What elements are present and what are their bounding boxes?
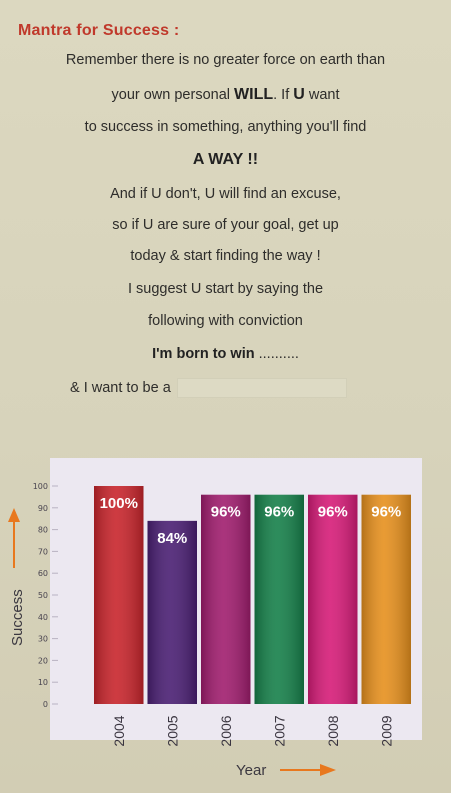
bar-shine-2008 <box>308 494 358 704</box>
bar-shine-2007 <box>254 494 304 704</box>
x-tick-label-2008: 2008 <box>325 715 341 746</box>
y-axis-arrow <box>8 508 20 568</box>
x-axis-arrow <box>280 764 336 776</box>
y-tick-label: 30 <box>38 635 48 644</box>
data-label-2005: 84% <box>157 530 187 547</box>
y-tick-label: 70 <box>38 547 48 556</box>
y-tick-label: 10 <box>38 678 48 687</box>
x-axis-label: Year <box>236 762 266 779</box>
y-tick-label: 20 <box>38 656 48 665</box>
y-tick-label: 60 <box>38 569 48 578</box>
y-tick-label: 0 <box>43 700 48 709</box>
bar-shine-2006 <box>201 494 251 704</box>
data-label-2008: 96% <box>318 504 348 521</box>
data-label-2004: 100% <box>100 495 138 512</box>
y-axis-label: Success <box>9 589 26 646</box>
x-tick-label-2009: 2009 <box>378 715 394 746</box>
data-label-2009: 96% <box>371 504 401 521</box>
data-label-2007: 96% <box>264 504 294 521</box>
bar-shine-2005 <box>147 520 197 704</box>
y-tick-label: 50 <box>38 591 48 600</box>
x-tick-label-2004: 2004 <box>111 715 127 746</box>
x-tick-label-2006: 2006 <box>218 715 234 746</box>
y-tick-label: 100 <box>33 482 48 491</box>
data-label-2006: 96% <box>211 504 241 521</box>
y-tick-label: 90 <box>38 504 48 513</box>
y-tick-label: 80 <box>38 526 48 535</box>
x-tick-label-2005: 2005 <box>164 715 180 746</box>
y-tick-label: 40 <box>38 613 48 622</box>
page: Mantra for Success : Remember there is n… <box>0 0 451 793</box>
success-bar-chart: 0 10 20 30 40 50 60 70 80 90 100 100% 2004 84% 2005 96… <box>8 482 411 779</box>
bar-shine-2009 <box>361 494 411 704</box>
bar-shine-2004 <box>94 486 144 704</box>
x-tick-label-2007: 2007 <box>271 715 287 746</box>
